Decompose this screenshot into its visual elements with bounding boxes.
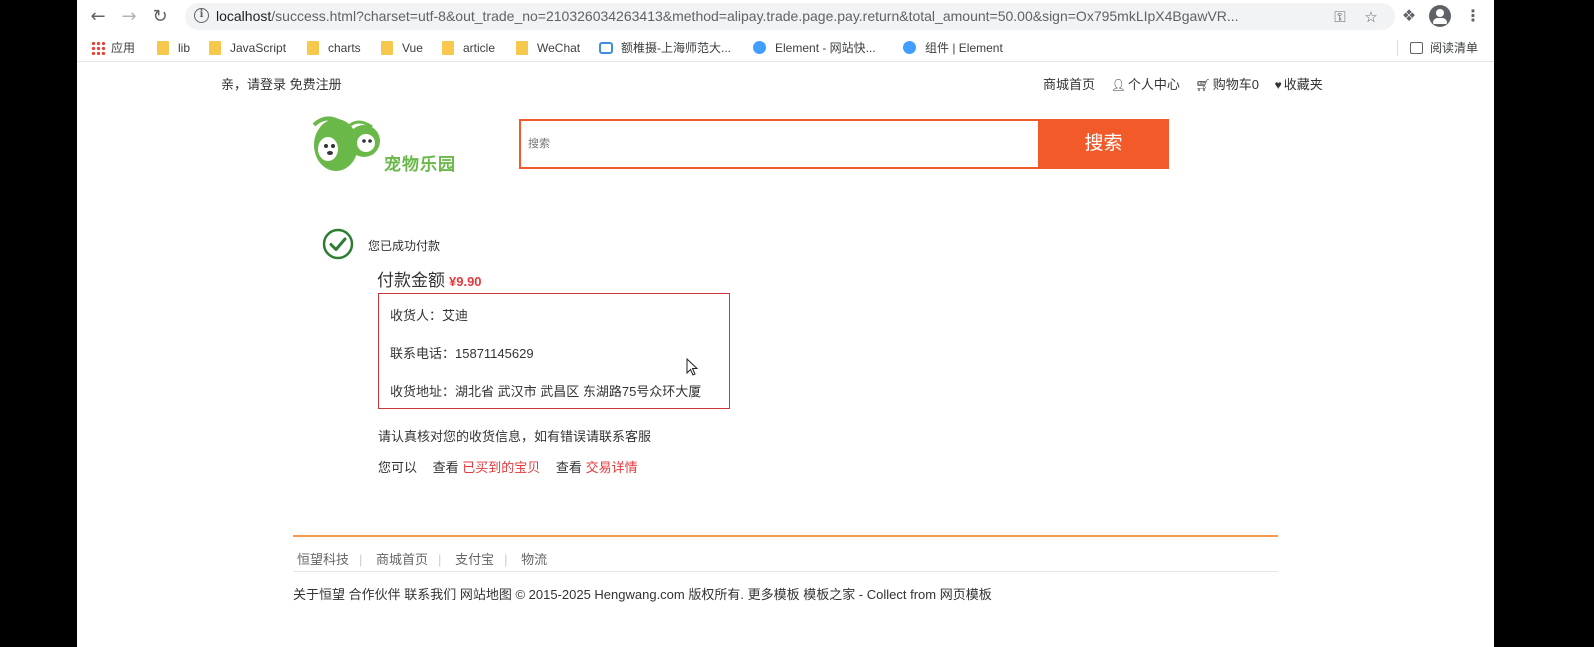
puzzle-icon[interactable]: ❖ [1398,5,1420,27]
search-box [519,119,1040,169]
element-icon [753,41,766,54]
nav-home-label: 商城首页 [1043,77,1096,92]
bookmark-apps[interactable]: 应用 [91,39,135,57]
bought-items-link[interactable]: 已买到的宝贝 [462,460,540,475]
address-bar[interactable]: i localhost/success.html?charset=utf-8&o… [185,3,1395,30]
bookmark-label: 应用 [111,41,136,55]
url-path: /success.html?charset=utf-8&out_trade_no… [271,8,1239,24]
apps-grid-icon [91,41,105,55]
bookmark-lib[interactable]: lib [157,39,190,57]
footer-divider [293,535,1278,537]
nav-profile[interactable]: 👤︎ 个人中心 [1111,77,1180,92]
search-button[interactable]: 搜索 [1038,119,1169,169]
payment-amount-value: ¥9.90 [449,274,482,289]
folder-icon [442,41,454,55]
nav-favorites-label: 收藏夹 [1283,77,1323,92]
bookmark-charts[interactable]: charts [307,39,361,57]
login-link[interactable]: 亲，请登录 [221,77,286,92]
bookmark-label: article [463,41,496,55]
heart-icon: ♥ [1274,78,1282,92]
arrow-left-icon[interactable]: ← [87,6,109,28]
receiver-phone: 联系电话：15871145629 [390,346,534,361]
folder-icon [157,41,169,55]
order-links: 您可以 查看 已买到的宝贝 查看 交易详情 [378,457,638,476]
star-icon[interactable]: ☆ [1361,7,1381,27]
arrow-right-icon[interactable]: → [118,6,140,28]
bookmark-vue[interactable]: Vue [381,39,423,57]
copyright-text: 关于恒望 合作伙伴 联系我们 网站地图 © 2015-2025 Hengwang… [293,587,992,602]
footer-link[interactable]: 商城首页 [376,552,428,567]
reading-list[interactable]: 阅读清单 [1410,39,1478,57]
reading-list-icon [1410,42,1423,54]
verify-note: 请认真核对您的收货信息，如有错误请联系客服 [378,429,652,444]
footer-link[interactable]: 恒望科技 [297,552,349,567]
user-icon: 👤︎ [1110,78,1126,92]
folder-icon [381,41,393,55]
folder-icon [209,41,221,55]
folder-icon [307,41,319,55]
nav-cart-label: 购物车0 [1212,77,1259,92]
success-message: 您已成功付款 [368,239,441,253]
bookmark-label: Element - 网站快... [775,41,876,55]
bookmarks-bar: 应用 lib JavaScript charts Vue article WeC… [77,33,1494,62]
footer-link[interactable]: 支付宝 [455,552,494,567]
bookmark-label: 阅读清单 [1430,41,1479,55]
profile-icon[interactable] [1429,5,1451,27]
view-label-2: 查看 [555,460,582,475]
element-icon [903,41,916,54]
bookmark-label: 组件 | Element [925,41,1003,55]
view-label-1: 查看 [432,460,459,475]
register-link[interactable]: 免费注册 [290,77,342,92]
url-host: localhost [216,8,272,24]
bookmark-label: charts [328,41,361,55]
bookmark-label: JavaScript [230,41,287,55]
bilibili-icon [599,42,613,54]
mouse-cursor-icon [686,358,698,376]
payment-amount: 付款金额 ¥9.90 [377,266,482,291]
bookmark-element-site[interactable]: Element - 网站快... [753,39,876,57]
nav-home[interactable]: 商城首页 [1043,77,1095,92]
receiver-name: 收货人：艾迪 [390,308,469,323]
nav-cart[interactable]: 🛒︎ 购物车0 [1196,77,1259,92]
footer-links: 恒望科技 | 商城首页 | 支付宝 | 物流 [297,552,548,567]
bookmark-javascript[interactable]: JavaScript [209,39,286,57]
bookmark-bilibili[interactable]: 额椎摄-上海师范大... [599,39,731,57]
browser-window: ← → ↻ i localhost/success.html?charset=u… [77,0,1494,647]
check-circle-icon [322,228,354,260]
bookmark-label: Vue [402,41,423,55]
reload-icon[interactable]: ↻ [149,6,171,28]
info-icon[interactable]: i [194,8,209,23]
browser-toolbar: ← → ↻ i localhost/success.html?charset=u… [77,0,1494,33]
nav-profile-label: 个人中心 [1127,77,1180,92]
transaction-details-link[interactable]: 交易详情 [586,460,638,475]
bookmark-label: 额椎摄-上海师范大... [621,41,731,55]
search-input[interactable] [521,121,1038,167]
bookmarks-divider [1397,40,1398,56]
kebab-menu-icon[interactable]: ⋮ [1462,5,1484,27]
footer-thin-divider [293,571,1278,572]
login-bar: 亲，请登录 免费注册 [221,74,342,93]
bookmark-element-components[interactable]: 组件 | Element [903,39,1003,57]
nav-favorites[interactable]: ♥ 收藏夹 [1275,77,1323,92]
logo-text: 宠物乐园 [384,155,456,174]
bookmark-wechat[interactable]: WeChat [516,39,580,57]
bookmark-article[interactable]: article [442,39,495,57]
receiver-info-box: 收货人：艾迪 联系电话：15871145629 收货地址：湖北省 武汉市 武昌区… [378,293,730,409]
payment-amount-label: 付款金额 [377,271,445,290]
footer-link[interactable]: 物流 [521,552,547,567]
url-text[interactable]: localhost/success.html?charset=utf-8&out… [216,7,1316,25]
cart-icon: 🛒︎ [1195,78,1211,92]
receiver-address: 收货地址：湖北省 武汉市 武昌区 东湖路75号众环大厦 [390,384,702,399]
page-content: 亲，请登录 免费注册 商城首页 👤︎ 个人中心 🛒︎ 购物车0 ♥ 收藏夹 宠物乐园 [77,63,1494,647]
bookmark-label: lib [178,41,191,55]
top-nav: 商城首页 👤︎ 个人中心 🛒︎ 购物车0 ♥ 收藏夹 [1043,74,1335,93]
key-icon[interactable]: ⚿ [1330,7,1350,27]
folder-icon [516,41,528,55]
links-prefix: 您可以 [378,460,418,475]
bookmark-label: WeChat [537,41,581,55]
